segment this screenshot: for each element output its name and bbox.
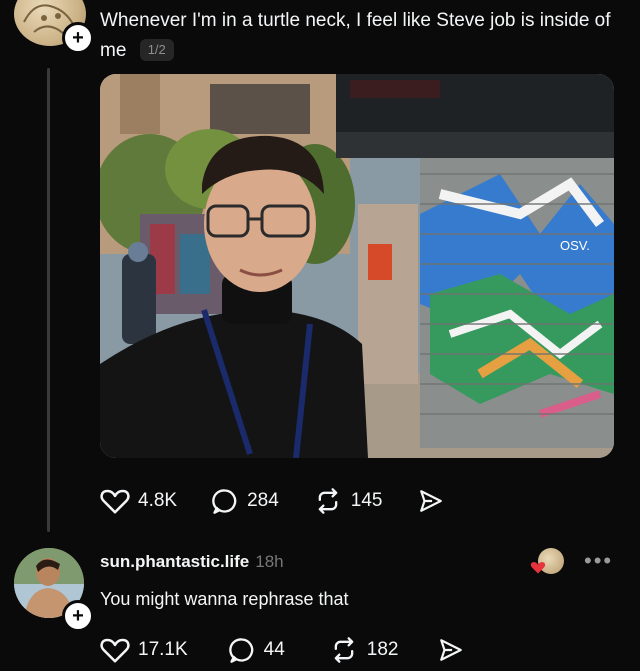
comment-count: 44 bbox=[263, 639, 285, 660]
more-options-icon[interactable]: ••• bbox=[584, 548, 613, 574]
like-count: 17.1K bbox=[138, 639, 188, 660]
post-actions: 4.8K 284 145 bbox=[100, 487, 487, 515]
comment-button[interactable]: 44 bbox=[228, 636, 285, 664]
share-button[interactable] bbox=[437, 637, 473, 663]
post-photo[interactable]: OSV. bbox=[100, 74, 614, 458]
reply-time: 18h bbox=[255, 552, 284, 571]
repost-button[interactable]: 145 bbox=[313, 487, 383, 515]
send-icon bbox=[439, 639, 462, 661]
repost-icon bbox=[334, 637, 354, 663]
thread-line bbox=[47, 68, 50, 532]
like-count: 4.8K bbox=[138, 490, 178, 511]
heart-icon bbox=[100, 638, 130, 663]
like-button[interactable]: 4.8K bbox=[100, 487, 177, 515]
comment-count: 284 bbox=[247, 490, 279, 511]
follow-plus-icon[interactable]: + bbox=[62, 600, 94, 632]
heart-icon bbox=[100, 489, 130, 514]
comment-button[interactable]: 284 bbox=[211, 487, 279, 515]
post-text: Whenever I'm in a turtle neck, I feel li… bbox=[100, 6, 620, 66]
image-pager: 1/2 bbox=[139, 39, 174, 61]
repost-icon bbox=[318, 488, 338, 514]
comment-icon bbox=[228, 638, 253, 663]
comment-icon bbox=[212, 489, 237, 514]
reply-text: You might wanna rephrase that bbox=[100, 589, 349, 609]
send-icon bbox=[419, 490, 442, 512]
reply-header: sun.phantastic.life 18h bbox=[100, 552, 284, 572]
liked-by-indicator[interactable] bbox=[530, 548, 564, 578]
reply-actions: 17.1K 44 182 bbox=[100, 636, 507, 664]
repost-count: 145 bbox=[350, 490, 383, 511]
reply-username[interactable]: sun.phantastic.life bbox=[100, 552, 249, 571]
graffiti-text: OSV. bbox=[560, 238, 590, 253]
post-caption: Whenever I'm in a turtle neck, I feel li… bbox=[100, 10, 611, 61]
liked-heart-icon bbox=[530, 562, 546, 574]
repost-button[interactable]: 182 bbox=[329, 636, 399, 664]
share-button[interactable] bbox=[417, 488, 453, 514]
follow-plus-icon[interactable]: + bbox=[62, 22, 94, 54]
like-button[interactable]: 17.1K bbox=[100, 636, 188, 664]
repost-count: 182 bbox=[366, 639, 399, 660]
